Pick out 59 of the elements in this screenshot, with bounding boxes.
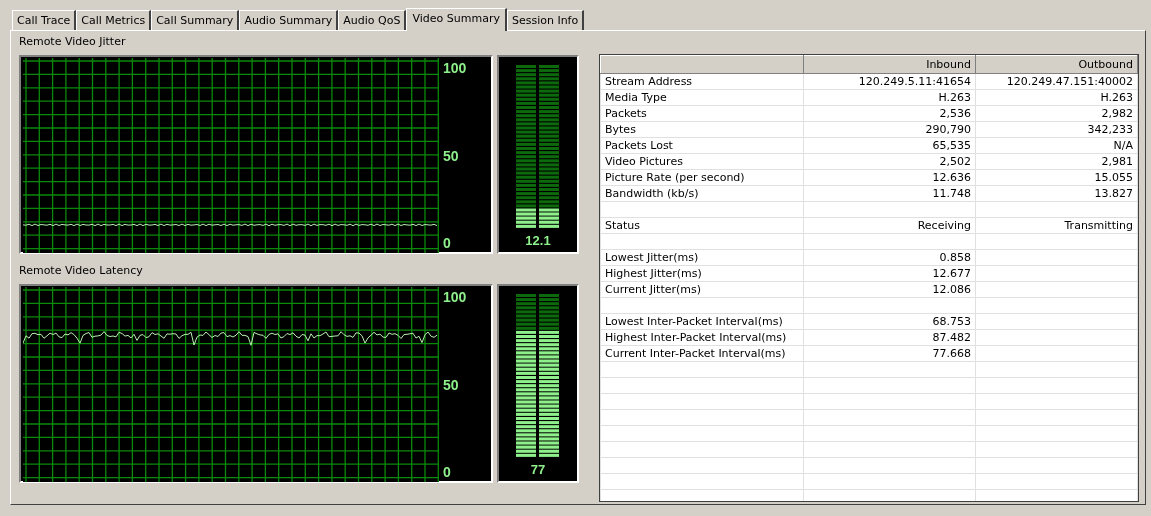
table-cell: Packets Lost bbox=[600, 137, 804, 154]
table-cell: Highest Jitter(ms) bbox=[600, 265, 804, 282]
tab[interactable]: Call Summary bbox=[151, 10, 240, 30]
tab[interactable]: Video Summary bbox=[406, 8, 507, 31]
table-cell: 342,233 bbox=[975, 121, 1138, 138]
axis-label: 0 bbox=[443, 235, 452, 251]
table-cell: 2,502 bbox=[803, 153, 976, 170]
table-cell: Receiving bbox=[803, 217, 976, 234]
axis-label: 50 bbox=[443, 376, 460, 393]
table-cell: Picture Rate (per second) bbox=[600, 169, 804, 186]
axis-label: 0 bbox=[443, 464, 452, 480]
table-cell: 120.249.5.11:41654 bbox=[803, 73, 976, 90]
axis-label: 50 bbox=[443, 147, 460, 164]
tab[interactable]: Audio QoS bbox=[338, 10, 407, 30]
table-cell: Lowest Jitter(ms) bbox=[600, 249, 804, 266]
table-cell: 87.482 bbox=[803, 329, 976, 346]
table-cell: Video Pictures bbox=[600, 153, 804, 170]
table-cell: 2,982 bbox=[975, 105, 1138, 122]
table-cell: 0.858 bbox=[803, 249, 976, 266]
meter-reading: 77 bbox=[530, 462, 546, 477]
table-cell: 12.677 bbox=[803, 265, 976, 282]
table-cell: Media Type bbox=[600, 89, 804, 106]
table-cell: Status bbox=[600, 217, 804, 234]
table-cell: 290,790 bbox=[803, 121, 976, 138]
meter-reading: 12.1 bbox=[525, 233, 551, 248]
table-cell: 65,535 bbox=[803, 137, 976, 154]
table-cell: Current Jitter(ms) bbox=[600, 281, 804, 298]
column-header[interactable]: Inbound bbox=[803, 55, 976, 74]
table-cell: 77.668 bbox=[803, 345, 976, 362]
table-cell: H.263 bbox=[975, 89, 1138, 106]
column-header[interactable]: Outbound bbox=[975, 55, 1138, 74]
table-cell: Packets bbox=[600, 105, 804, 122]
graph-title: Remote Video Jitter bbox=[19, 35, 127, 49]
tab[interactable]: Call Metrics bbox=[76, 10, 152, 30]
table-cell: 11.748 bbox=[803, 185, 976, 202]
table-cell: Highest Inter-Packet Interval(ms) bbox=[600, 329, 804, 346]
table-cell: 12.636 bbox=[803, 169, 976, 186]
tab[interactable]: Session Info bbox=[506, 10, 585, 30]
table-cell: 2,981 bbox=[975, 153, 1138, 170]
table-cell: 15.055 bbox=[975, 169, 1138, 186]
table-cell: 120.249.47.151:40002 bbox=[975, 73, 1138, 90]
table-cell: 2,536 bbox=[803, 105, 976, 122]
axis-label: 100 bbox=[443, 60, 467, 76]
column-header[interactable] bbox=[600, 55, 804, 74]
table-cell: 68.753 bbox=[803, 313, 976, 330]
table-cell: Stream Address bbox=[600, 73, 804, 90]
tab[interactable]: Call Trace bbox=[12, 10, 77, 30]
table-cell: 13.827 bbox=[975, 185, 1138, 202]
table-cell: Transmitting bbox=[975, 217, 1138, 234]
table-cell: N/A bbox=[975, 137, 1138, 154]
table-cell: H.263 bbox=[803, 89, 976, 106]
table-cell: 12.086 bbox=[803, 281, 976, 298]
table-cell: Bandwidth (kb/s) bbox=[600, 185, 804, 202]
graph-title: Remote Video Latency bbox=[19, 264, 144, 278]
table-cell: Lowest Inter-Packet Interval(ms) bbox=[600, 313, 804, 330]
axis-label: 100 bbox=[443, 289, 467, 305]
table-cell: Current Inter-Packet Interval(ms) bbox=[600, 345, 804, 362]
table-cell: Bytes bbox=[600, 121, 804, 138]
tab[interactable]: Audio Summary bbox=[239, 10, 339, 30]
